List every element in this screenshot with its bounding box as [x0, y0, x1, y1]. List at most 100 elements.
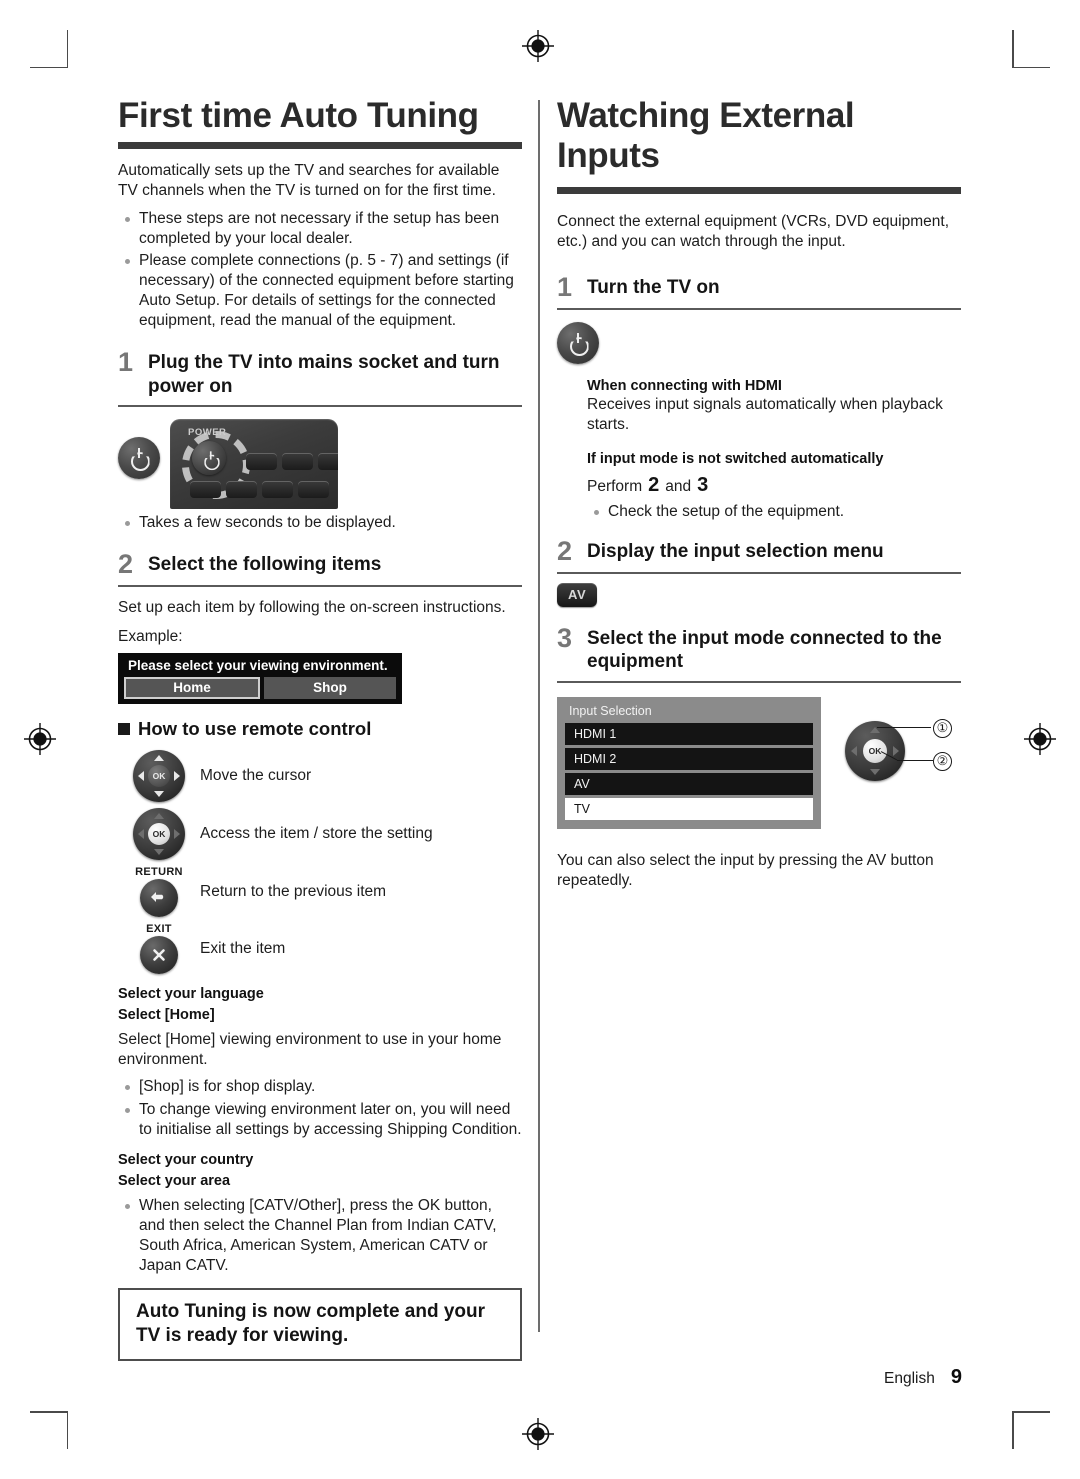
exit-cross-icon — [140, 936, 178, 975]
legend-row-return: RETURN Return to the previous item — [118, 866, 522, 918]
dpad-callout-illustration: OK ① ② — [845, 713, 961, 791]
step-number: 1 — [557, 271, 573, 302]
area-bullet-list: When selecting [CATV/Other], press the O… — [118, 1196, 522, 1277]
power-button-icon — [557, 321, 599, 364]
step-number: 2 — [557, 536, 573, 567]
legend-label: Access the item / store the setting — [200, 825, 433, 843]
intro-text-right: Connect the external equipment (VCRs, DV… — [557, 212, 950, 250]
legend-row-move-cursor: OK Move the cursor — [118, 750, 522, 803]
step-3-right: 3 Select the input mode connected to the… — [557, 625, 961, 891]
remote-control-section-heading: How to use remote control — [118, 718, 522, 740]
remote-illustration: POWER — [118, 418, 522, 509]
dpad-icon: OK — [845, 720, 905, 781]
input-selection-item-hdmi2[interactable]: HDMI 2 — [565, 747, 813, 770]
step-title: Plug the TV into mains socket and turn p… — [148, 352, 500, 397]
ok-label: OK — [148, 823, 170, 846]
list-item: [Shop] is for shop display. — [118, 1077, 522, 1097]
example-label: Example: — [118, 628, 183, 645]
select-language-heading: Select your language — [118, 986, 264, 1003]
hdmi-body: Receives input signals automatically whe… — [587, 395, 943, 433]
power-glyph-icon — [130, 448, 149, 467]
step-rule — [118, 404, 522, 407]
step-1-right-bullets: Check the setup of the equipment. — [587, 502, 961, 522]
legend-row-access-item: OK Access the item / store the setting — [118, 808, 522, 861]
dpad-arrows-icon: OK — [133, 750, 185, 803]
intro-bullet-list-left: These steps are not necessary if the set… — [118, 209, 522, 332]
remote-key — [190, 480, 221, 498]
osd-option-home[interactable]: Home — [124, 677, 260, 700]
footer-page-number: 9 — [950, 1366, 962, 1388]
exit-key-caption: EXIT — [146, 923, 172, 936]
osd-option-shop[interactable]: Shop — [264, 677, 396, 700]
step-2-right: 2 Display the input selection menu AV — [557, 536, 961, 608]
title-rule-left — [118, 142, 522, 150]
step-1-note-list: Takes a few seconds to be displayed. — [118, 513, 522, 533]
callout-marker-2: ② — [933, 751, 952, 771]
input-selection-item-tv[interactable]: TV — [565, 797, 813, 820]
remote-power-label: POWER — [188, 426, 227, 438]
select-home-heading: Select [Home] — [118, 1007, 215, 1024]
input-selection-item-hdmi1[interactable]: HDMI 1 — [565, 722, 813, 745]
legend-row-exit: EXIT Exit the item — [118, 923, 522, 975]
footer-language-label: English — [884, 1370, 935, 1387]
remote-body-image: POWER — [170, 418, 338, 509]
title-rule-right — [557, 186, 961, 194]
return-arrow-glyph — [151, 892, 164, 903]
input-selection-note: You can also select the input by pressin… — [557, 851, 934, 889]
left-column: First time Auto Tuning Automatically set… — [118, 96, 522, 1362]
remote-key — [318, 452, 338, 470]
page-title-right: Watching External Inputs — [557, 96, 855, 176]
ok-label: OK — [863, 738, 887, 763]
step-number: 1 — [118, 347, 134, 378]
step-rule — [557, 572, 961, 575]
select-home-body: Select [Home] viewing environment to use… — [118, 1031, 502, 1069]
list-item: These steps are not necessary if the set… — [118, 209, 522, 249]
power-glyph-icon — [203, 451, 215, 464]
remote-key — [246, 452, 277, 470]
section-heading-label: How to use remote control — [138, 718, 372, 740]
remote-key — [298, 480, 329, 498]
input-selection-menu: Input Selection HDMI 1 HDMI 2 AV TV — [557, 696, 821, 829]
select-area-heading: Select your area — [118, 1172, 231, 1189]
square-bullet-icon — [118, 723, 130, 736]
step-2-left: 2 Select the following items Set up each… — [118, 550, 522, 705]
step-number: 3 — [557, 623, 573, 654]
exit-cross-glyph — [153, 949, 165, 961]
step-title: Display the input selection menu — [587, 541, 884, 563]
page-title-left: First time Auto Tuning — [118, 96, 479, 135]
input-selection-illustration: Input Selection HDMI 1 HDMI 2 AV TV OK ① — [557, 696, 961, 829]
perform-steps-line: Perform 2 and 3 — [587, 474, 961, 497]
remote-key — [262, 480, 293, 498]
step-title: Turn the TV on — [587, 276, 720, 298]
perform-prefix: Perform — [587, 478, 643, 496]
list-item: Please complete connections (p. 5 - 7) a… — [118, 251, 522, 332]
step-title: Select the input mode connected to the e… — [587, 628, 942, 673]
return-key-caption: RETURN — [135, 866, 183, 879]
av-key-icon[interactable]: AV — [557, 583, 598, 608]
column-divider — [538, 100, 540, 1332]
remote-key — [226, 480, 257, 498]
input-selection-item-av[interactable]: AV — [565, 772, 813, 795]
step-rule — [118, 584, 522, 587]
osd-example-panel: Please select your viewing environment. … — [118, 653, 402, 705]
power-button-icon — [118, 436, 160, 479]
osd-prompt-text: Please select your viewing environment. — [118, 653, 402, 678]
list-item: To change viewing environment later on, … — [118, 1100, 522, 1140]
list-item: Check the setup of the equipment. — [587, 502, 961, 522]
page-footer: English 9 — [884, 1366, 962, 1389]
manual-switch-heading: If input mode is not switched automatica… — [587, 451, 884, 468]
perform-step-number-1: 2 — [648, 474, 660, 497]
perform-conjunction: and — [665, 478, 692, 496]
input-selection-title: Input Selection — [569, 703, 652, 718]
power-glyph-icon — [569, 333, 588, 352]
callout-marker-1: ① — [933, 718, 952, 738]
list-item: When selecting [CATV/Other], press the O… — [118, 1196, 522, 1277]
return-arrow-icon — [140, 879, 178, 918]
step-1-right: 1 Turn the TV on When connecting with HD… — [557, 271, 961, 522]
intro-text-left: Automatically sets up the TV and searche… — [118, 162, 500, 200]
callout-text: Auto Tuning is now complete and your TV … — [136, 1301, 486, 1347]
remote-key — [282, 452, 313, 470]
step-2-body: Set up each item by following the on-scr… — [118, 598, 506, 616]
step-rule — [557, 680, 961, 683]
hdmi-info-block: When connecting with HDMI Receives input… — [587, 378, 961, 522]
